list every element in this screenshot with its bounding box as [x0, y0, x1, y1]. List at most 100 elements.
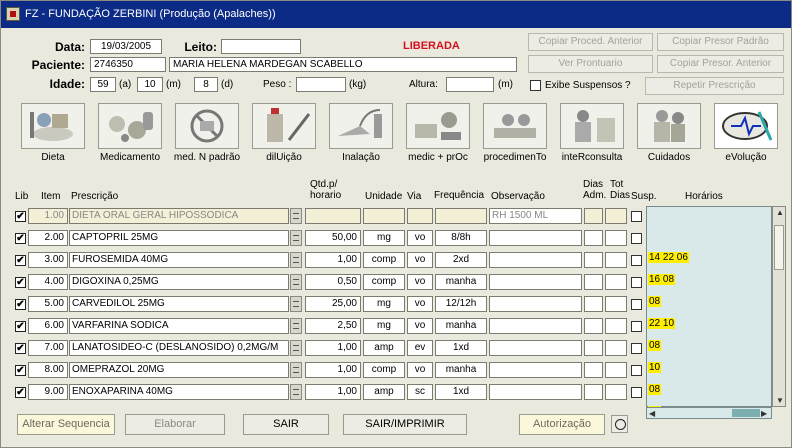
prescricao-cell[interactable]: OMEPRAZOL 20MG [69, 362, 289, 378]
prescricao-cell[interactable]: ENOXAPARINA 40MG [69, 384, 289, 400]
list-of-values-icon[interactable] [290, 340, 302, 356]
tot-dias-cell[interactable] [605, 318, 627, 334]
lib-checkbox[interactable]: ✔ [15, 277, 26, 288]
via-cell[interactable]: vo [407, 318, 433, 334]
qtd-cell[interactable]: 2,50 [305, 318, 361, 334]
frequencia-cell[interactable]: 8/8h [435, 230, 487, 246]
observacao-cell[interactable] [489, 274, 582, 290]
table-row[interactable]: ✔ 4.00 DIGOXINA 0,25MG 0,50 comp vo manha [13, 272, 645, 292]
dias-adm-cell[interactable] [584, 318, 603, 334]
unidade-cell[interactable]: comp [363, 362, 405, 378]
data-field[interactable]: 19/03/2005 [90, 39, 162, 54]
item-cell[interactable]: 3.00 [28, 252, 68, 268]
leito-field[interactable] [221, 39, 301, 54]
dias-adm-cell[interactable] [584, 362, 603, 378]
frequencia-cell[interactable]: 1xd [435, 384, 487, 400]
dias-adm-cell[interactable] [584, 296, 603, 312]
prescricao-cell[interactable]: CAPTOPRIL 25MG [69, 230, 289, 246]
table-row[interactable]: ✔ 2.00 CAPTOPRIL 25MG 50,00 mg vo 8/8h [13, 228, 645, 248]
list-of-values-icon[interactable] [290, 296, 302, 312]
via-cell[interactable]: vo [407, 230, 433, 246]
qtd-cell[interactable]: 1,00 [305, 362, 361, 378]
unidade-cell[interactable]: amp [363, 384, 405, 400]
frequencia-cell[interactable]: manha [435, 362, 487, 378]
prescricao-cell[interactable]: LANATOSIDEO-C (DESLANOSIDO) 0,2MG/M [69, 340, 289, 356]
qtd-cell[interactable] [305, 208, 361, 224]
toolbar-interconsulta[interactable]: inteRconsulta [556, 101, 628, 165]
lib-checkbox[interactable]: ✔ [15, 343, 26, 354]
dias-adm-cell[interactable] [584, 252, 603, 268]
susp-checkbox[interactable] [631, 255, 642, 266]
susp-checkbox[interactable] [631, 233, 642, 244]
paciente-id-field[interactable]: 2746350 [90, 57, 166, 72]
item-cell[interactable]: 7.00 [28, 340, 68, 356]
lib-checkbox[interactable]: ✔ [15, 255, 26, 266]
tot-dias-cell[interactable] [605, 384, 627, 400]
list-of-values-icon[interactable] [290, 274, 302, 290]
prescricao-cell[interactable]: VARFARINA SODICA [69, 318, 289, 334]
frequencia-cell[interactable] [435, 208, 487, 224]
copiar-proced-anterior-button[interactable]: Copiar Proced. Anterior [528, 33, 653, 51]
qtd-cell[interactable]: 25,00 [305, 296, 361, 312]
observacao-cell[interactable] [489, 318, 582, 334]
ver-prontuario-button[interactable]: Ver Prontuario [528, 55, 653, 73]
item-cell[interactable]: 6.00 [28, 318, 68, 334]
tot-dias-cell[interactable] [605, 230, 627, 246]
copiar-presor-anterior-button[interactable]: Copiar Presor. Anterior [657, 55, 784, 73]
dias-adm-cell[interactable] [584, 340, 603, 356]
peso-field[interactable] [296, 77, 346, 92]
via-cell[interactable]: vo [407, 296, 433, 312]
observacao-cell[interactable] [489, 362, 582, 378]
tot-dias-cell[interactable] [605, 296, 627, 312]
item-cell[interactable]: 8.00 [28, 362, 68, 378]
observacao-cell[interactable] [489, 296, 582, 312]
frequencia-cell[interactable]: manha [435, 274, 487, 290]
toolbar-diluicao[interactable]: dilUição [248, 101, 320, 165]
tot-dias-cell[interactable] [605, 208, 627, 224]
frequencia-cell[interactable]: manha [435, 318, 487, 334]
frequencia-cell[interactable]: 1xd [435, 340, 487, 356]
tot-dias-cell[interactable] [605, 252, 627, 268]
unidade-cell[interactable]: amp [363, 340, 405, 356]
item-cell[interactable]: 9.00 [28, 384, 68, 400]
list-of-values-icon[interactable] [290, 252, 302, 268]
qtd-cell[interactable]: 1,00 [305, 340, 361, 356]
via-cell[interactable]: vo [407, 362, 433, 378]
toolbar-procedimento[interactable]: procedimenTo [479, 101, 551, 165]
item-cell[interactable]: 5.00 [28, 296, 68, 312]
lib-checkbox[interactable]: ✔ [15, 211, 26, 222]
table-row[interactable]: ✔ 9.00 ENOXAPARINA 40MG 1,00 amp sc 1xd [13, 382, 645, 402]
toolbar-medicamento[interactable]: Medicamento [94, 101, 166, 165]
toolbar-cuidados[interactable]: Cuidados [633, 101, 705, 165]
toolbar-medic-proc[interactable]: medic + prOc [402, 101, 474, 165]
horarios-panel[interactable]: 14 22 0616 080822 1008100810 [646, 206, 772, 417]
via-cell[interactable]: vo [407, 252, 433, 268]
prescricao-cell[interactable]: FUROSEMIDA 40MG [69, 252, 289, 268]
table-row[interactable]: ✔ 7.00 LANATOSIDEO-C (DESLANOSIDO) 0,2MG/M… [13, 338, 645, 358]
list-of-values-icon[interactable] [290, 318, 302, 334]
observacao-cell[interactable]: RH 1500 ML [489, 208, 582, 224]
susp-checkbox[interactable] [631, 365, 642, 376]
unidade-cell[interactable]: comp [363, 274, 405, 290]
via-cell[interactable] [407, 208, 433, 224]
table-row[interactable]: ✔ 1.00 DIETA ORAL GERAL HIPOSSODICA RH 1500… [13, 206, 645, 226]
via-cell[interactable]: ev [407, 340, 433, 356]
elaborar-button[interactable]: Elaborar [125, 414, 225, 435]
lib-checkbox[interactable]: ✔ [15, 233, 26, 244]
prescricao-cell[interactable]: DIGOXINA 0,25MG [69, 274, 289, 290]
altura-field[interactable] [446, 77, 494, 92]
frequencia-cell[interactable]: 2xd [435, 252, 487, 268]
prescricao-cell[interactable]: DIETA ORAL GERAL HIPOSSODICA [69, 208, 289, 224]
dias-adm-cell[interactable] [584, 230, 603, 246]
qtd-cell[interactable]: 1,00 [305, 252, 361, 268]
toolbar-dieta[interactable]: Dieta [17, 101, 89, 165]
observacao-cell[interactable] [489, 340, 582, 356]
idade-dias-field[interactable]: 8 [194, 77, 218, 92]
via-cell[interactable]: sc [407, 384, 433, 400]
unidade-cell[interactable]: comp [363, 252, 405, 268]
list-of-values-icon[interactable] [290, 230, 302, 246]
dias-adm-cell[interactable] [584, 208, 603, 224]
tot-dias-cell[interactable] [605, 362, 627, 378]
item-cell[interactable]: 2.00 [28, 230, 68, 246]
scroll-down-icon[interactable]: ▼ [776, 396, 784, 405]
